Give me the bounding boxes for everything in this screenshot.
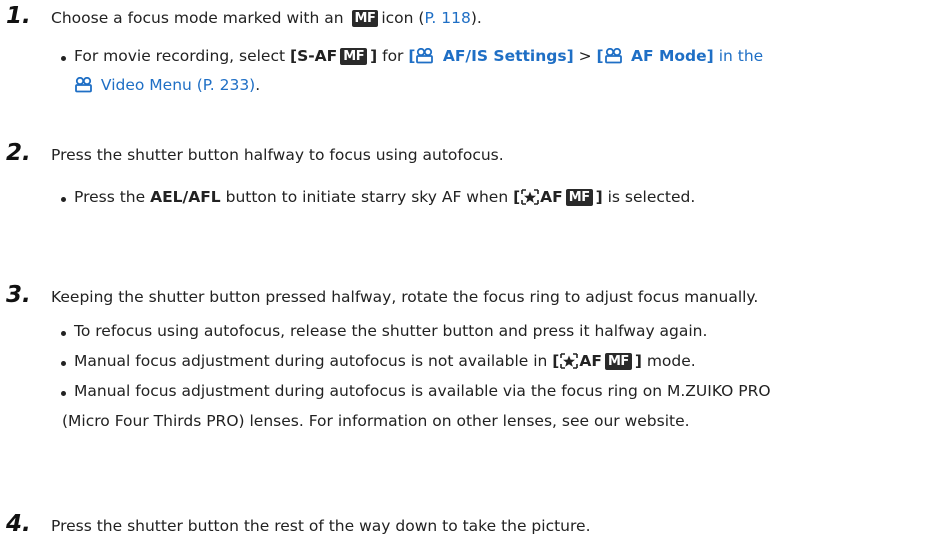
list-item: To refocus using autofocus, release the … — [60, 322, 771, 352]
mf-badge-icon: MF — [351, 10, 379, 27]
step-text-part: ). — [470, 9, 482, 27]
bullet-text: Manual focus adjustment during autofocus… — [74, 352, 553, 370]
bullet-text: (Micro Four Thirds PRO) lenses. For info… — [62, 412, 690, 430]
step-number: 2. — [6, 140, 31, 166]
movie-camera-icon — [604, 48, 622, 64]
af-mode-link[interactable]: [ AF Mode] — [597, 47, 714, 65]
af-is-settings-link[interactable]: [ AF/IS Settings] — [408, 47, 573, 65]
manual-page: 1. Choose a focus mode marked with an MF… — [0, 0, 925, 546]
bullet-text: To refocus using autofocus, release the … — [74, 322, 708, 340]
mf-badge-icon: MF — [604, 353, 632, 370]
list-item: Press the AEL/AFL button to initiate sta… — [60, 188, 695, 217]
setting-name: [ — [513, 188, 521, 206]
setting-name: ] — [634, 352, 642, 370]
list-item: For movie recording, select [S-AF MF] for… — [60, 47, 763, 76]
page-link[interactable]: P. 118 — [424, 9, 470, 27]
list-item: Manual focus adjustment during autofocus… — [60, 382, 771, 412]
bracket: [ — [408, 47, 416, 65]
movie-camera-icon — [416, 48, 434, 64]
mf-badge-icon: MF — [340, 48, 368, 65]
movie-camera-icon — [75, 77, 92, 93]
bullet-text: . — [255, 76, 261, 94]
bullet-text: Press the — [74, 188, 151, 206]
step-text: Keeping the shutter button pressed halfw… — [51, 288, 759, 306]
list-item: Manual focus adjustment during autofocus… — [60, 352, 771, 382]
setting-name: AF — [540, 188, 563, 206]
bullet-text: button to initiate starry sky AF when — [220, 188, 514, 206]
link-label: AF Mode] — [625, 47, 714, 65]
setting-name: ] — [595, 188, 603, 206]
link-tail: in the — [713, 47, 764, 65]
link-label: Video Menu (P. 233) — [96, 76, 256, 94]
bullet-text: mode. — [641, 352, 696, 370]
bullet-text: is selected. — [602, 188, 696, 206]
list-item-continuation: Video Menu (P. 233). — [60, 76, 763, 105]
list-item-continuation: (Micro Four Thirds PRO) lenses. For info… — [48, 412, 771, 442]
step-3-bullets: To refocus using autofocus, release the … — [60, 322, 771, 442]
starry-sky-icon — [560, 353, 579, 369]
setting-name: [S-AF — [290, 47, 338, 65]
step-number: 4. — [6, 511, 31, 537]
bullet-text: For movie recording, select — [74, 47, 290, 65]
step-text-part: icon ( — [381, 9, 425, 27]
step-text: Choose a focus mode marked with an MF ico… — [51, 9, 482, 27]
step-text-part: Choose a focus mode marked with an — [51, 9, 344, 27]
step-text: Press the shutter button the rest of the… — [51, 517, 591, 535]
bracket: [ — [596, 47, 604, 65]
step-number: 3. — [6, 282, 31, 308]
setting-name: AF — [579, 352, 602, 370]
mf-badge-icon: MF — [565, 189, 593, 206]
bullet-text: Manual focus adjustment during autofocus… — [74, 382, 771, 400]
link-label: AF/IS Settings] — [437, 47, 574, 65]
starry-sky-icon — [521, 189, 539, 205]
step-1-bullets: For movie recording, select [S-AF MF] for… — [60, 47, 763, 105]
step-text: Press the shutter button halfway to focu… — [51, 146, 504, 164]
step-2-bullets: Press the AEL/AFL button to initiate sta… — [60, 188, 695, 217]
step-number: 1. — [6, 3, 31, 29]
bullet-text: for — [377, 47, 409, 65]
video-menu-link[interactable]: Video Menu (P. 233) — [74, 76, 255, 94]
bullet-text: > — [573, 47, 597, 65]
button-name: AEL/AFL — [150, 188, 221, 206]
setting-name: [ — [552, 352, 560, 370]
